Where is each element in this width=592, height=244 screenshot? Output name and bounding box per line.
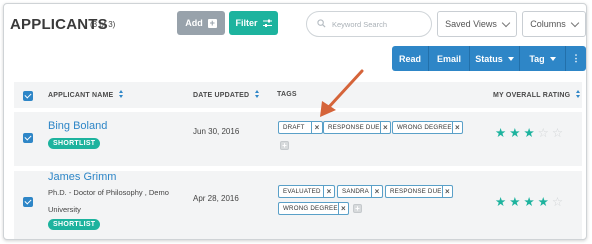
- applicants-panel: APPLICANTS (3 of 3) Add + Filter Keyword…: [3, 3, 587, 240]
- annotation-arrow-icon: [320, 69, 364, 117]
